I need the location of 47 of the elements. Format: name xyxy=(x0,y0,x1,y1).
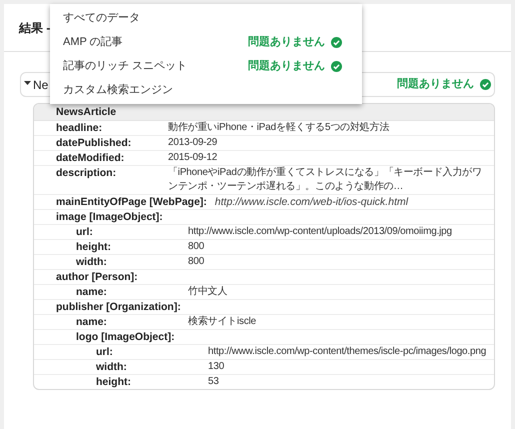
property-name: datePublished: xyxy=(55,136,132,150)
property-value: 53 xyxy=(208,375,220,389)
property-name: name: xyxy=(75,315,108,329)
property-name: mainEntityOfPage [WebPage]: xyxy=(55,195,207,209)
property-name: height: xyxy=(95,375,132,389)
status-text: 問題ありません xyxy=(248,34,325,50)
check-circle-icon xyxy=(331,36,342,48)
property-value: 800 xyxy=(188,240,206,254)
property-name: headline: xyxy=(55,121,104,135)
status-text: 問題ありません xyxy=(248,58,325,74)
menu-item-label: 記事のリッチ スニペット xyxy=(63,58,188,74)
check-circle-icon xyxy=(480,79,491,90)
property-value: 2015-09-12 xyxy=(168,151,218,165)
menu-item-label: カスタム検索エンジン xyxy=(63,82,174,98)
property-value: 竹中文人 xyxy=(188,285,228,299)
property-name: height: xyxy=(75,240,112,254)
type-label: NewsArticle xyxy=(56,105,116,119)
property-value: http://www.iscle.com/web-it/ios-quick.html xyxy=(214,195,408,209)
property-value: 2013-09-29 xyxy=(168,136,218,150)
menu-item[interactable]: カスタム検索エンジン xyxy=(50,78,362,102)
menu-item-label: すべてのデータ xyxy=(63,10,141,26)
property-value: 「iPhoneやiPadの動作が重くてストレスになる」「キーボード入力がワンテンポ・ツーテンポ遅れる」。このような動作の… xyxy=(168,166,483,194)
property-name: name: xyxy=(75,285,108,299)
property-name: image [ImageObject]: xyxy=(55,210,164,224)
menu-item[interactable]: 記事のリッチ スニペット 問題ありません xyxy=(50,54,362,78)
property-name: url: xyxy=(75,225,94,239)
check-circle-icon xyxy=(331,60,342,72)
property-value: 800 xyxy=(188,255,206,269)
property-value: http://www.iscle.com/wp-content/uploads/2013/09/omoiimg.jpg xyxy=(188,225,453,239)
status-text: 問題ありません xyxy=(397,77,474,92)
property-value: 130 xyxy=(208,360,226,374)
menu-item[interactable]: すべてのデータ xyxy=(50,6,362,30)
menu-item[interactable]: AMP の記事 問題ありません xyxy=(50,30,362,54)
property-name: description: xyxy=(55,166,118,181)
property-value: 検索サイトiscle xyxy=(188,315,258,329)
card-title: Ne xyxy=(33,76,48,94)
menu-item-label: AMP の記事 xyxy=(63,34,124,50)
property-name: logo [ImageObject]: xyxy=(75,330,176,344)
property-name: url: xyxy=(95,345,114,359)
property-name: width: xyxy=(75,255,108,269)
property-name: dateModified: xyxy=(55,151,126,165)
property-name: author [Person]: xyxy=(55,270,139,284)
property-value: http://www.iscle.com/wp-content/themes/iscle-pc/images/logo.png xyxy=(208,345,488,359)
results-heading: 結果 - xyxy=(19,20,50,36)
property-name: width: xyxy=(95,360,128,374)
property-name: publisher [Organization]: xyxy=(55,300,182,314)
property-value: 動作が重いiPhone・iPadを軽くする5つの対処方法 xyxy=(168,121,390,135)
